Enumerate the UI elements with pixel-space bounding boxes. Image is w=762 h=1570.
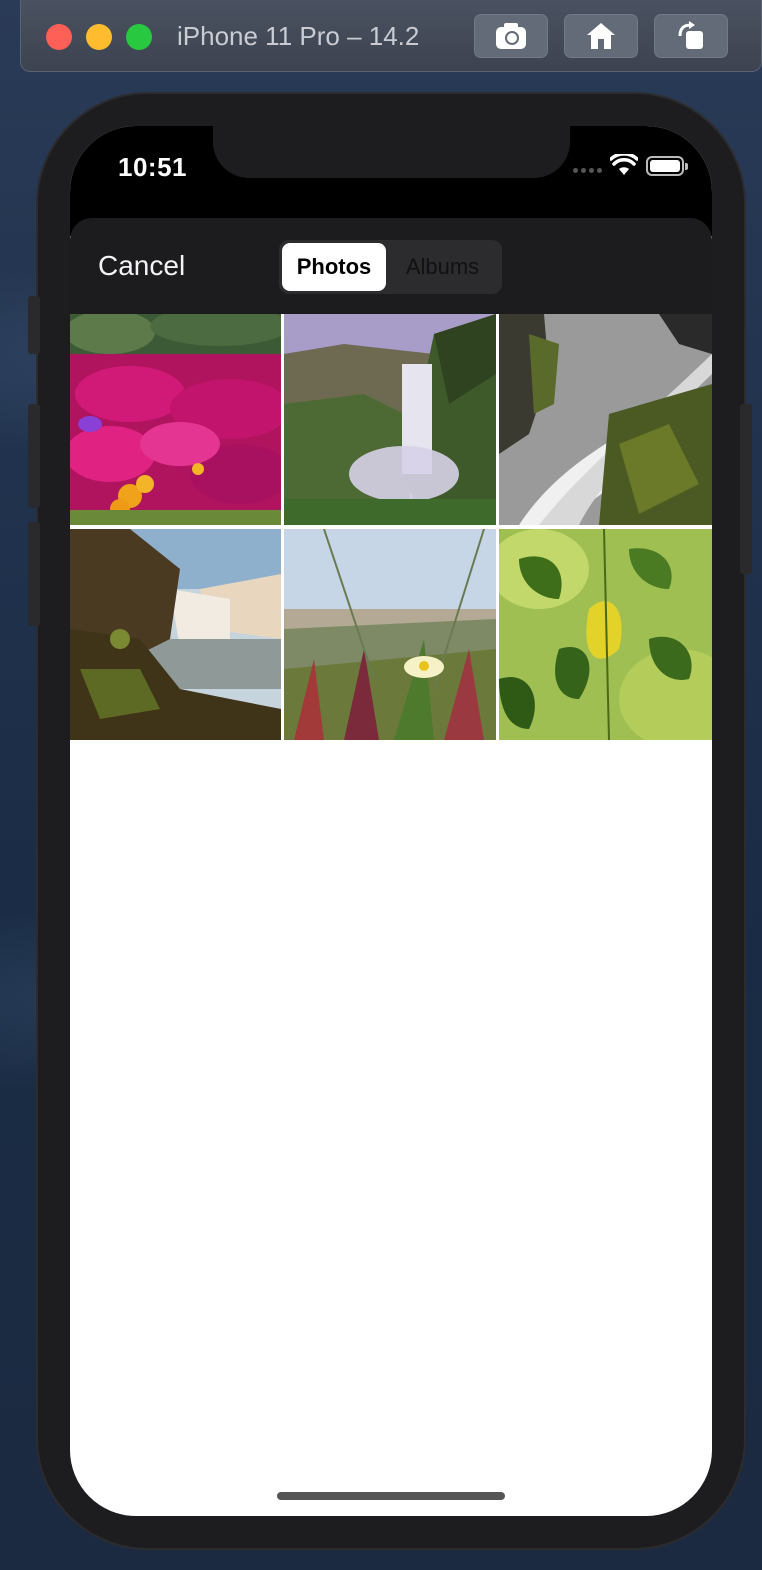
rotate-button[interactable] [654,14,728,58]
battery-icon [646,156,688,176]
maximize-window-button[interactable] [126,24,152,50]
close-window-button[interactable] [46,24,72,50]
photo-thumbnail[interactable] [499,314,712,525]
status-time: 10:51 [118,152,187,182]
photo-picker-header: Cancel Photos Albums [70,218,712,314]
home-button[interactable] [564,14,638,58]
photo-thumbnail[interactable] [284,529,496,740]
mute-switch [28,296,40,354]
device-screen: 10:51 Cancel Photos Albums [70,126,712,1516]
power-button [740,404,752,574]
volume-down-button [28,522,40,626]
photo-thumbnail[interactable] [499,529,712,740]
wifi-icon [610,154,638,175]
photo-thumbnail[interactable] [284,314,496,525]
home-indicator[interactable] [277,1492,505,1500]
source-segmented-control: Photos Albums [279,240,502,294]
screenshot-button[interactable] [474,14,548,58]
tab-photos[interactable]: Photos [282,243,386,291]
window-title: iPhone 11 Pro – 14.2 [177,21,420,51]
notch [213,126,570,178]
minimize-window-button[interactable] [86,24,112,50]
home-icon [587,23,615,49]
cancel-button[interactable]: Cancel [98,250,185,282]
photo-grid [70,314,712,740]
camera-icon [496,23,526,49]
volume-up-button [28,404,40,508]
simulator-titlebar: iPhone 11 Pro – 14.2 [20,0,762,72]
photo-thumbnail[interactable] [70,529,281,740]
rotate-icon [678,21,703,49]
tab-albums[interactable]: Albums [386,243,499,291]
photo-thumbnail[interactable] [70,314,281,525]
cellular-signal-icon [573,168,602,173]
